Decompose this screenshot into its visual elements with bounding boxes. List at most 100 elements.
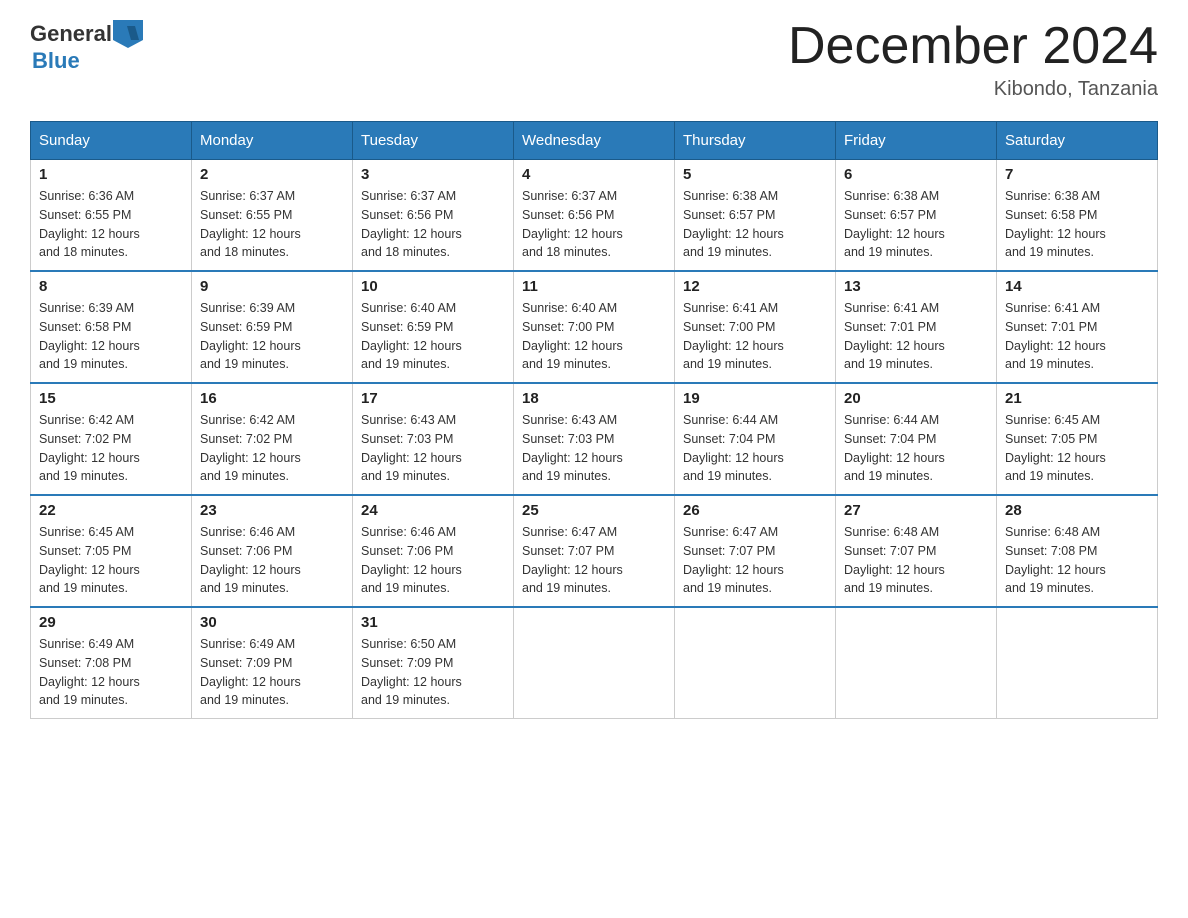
day-number: 29: [39, 614, 183, 631]
calendar-day-cell: 20 Sunrise: 6:44 AMSunset: 7:04 PMDayligh…: [836, 383, 997, 495]
day-number: 5: [683, 166, 827, 183]
day-number: 9: [200, 278, 344, 295]
day-number: 17: [361, 390, 505, 407]
calendar-day-cell: 12 Sunrise: 6:41 AMSunset: 7:00 PMDayligh…: [675, 271, 836, 383]
day-info: Sunrise: 6:41 AMSunset: 7:00 PMDaylight:…: [683, 299, 827, 374]
calendar-day-cell: 17 Sunrise: 6:43 AMSunset: 7:03 PMDayligh…: [353, 383, 514, 495]
day-number: 8: [39, 278, 183, 295]
day-number: 30: [200, 614, 344, 631]
calendar-week-row: 8Sunrise: 6:39 AMSunset: 6:58 PMDaylight…: [31, 271, 1158, 383]
day-number: 26: [683, 502, 827, 519]
day-info: Sunrise: 6:46 AMSunset: 7:06 PMDaylight:…: [361, 523, 505, 598]
calendar-day-cell: 25 Sunrise: 6:47 AMSunset: 7:07 PMDayligh…: [514, 495, 675, 607]
calendar-day-cell: 9 Sunrise: 6:39 AMSunset: 6:59 PMDaylight…: [192, 271, 353, 383]
day-info: Sunrise: 6:41 AMSunset: 7:01 PMDaylight:…: [844, 299, 988, 374]
logo-icon: [113, 20, 143, 48]
day-number: 13: [844, 278, 988, 295]
calendar-day-cell: 31 Sunrise: 6:50 AMSunset: 7:09 PMDayligh…: [353, 607, 514, 719]
calendar-day-cell: 5 Sunrise: 6:38 AMSunset: 6:57 PMDaylight…: [675, 160, 836, 272]
weekday-header-tuesday: Tuesday: [353, 122, 514, 160]
day-info: Sunrise: 6:47 AMSunset: 7:07 PMDaylight:…: [522, 523, 666, 598]
calendar-day-cell: 27 Sunrise: 6:48 AMSunset: 7:07 PMDayligh…: [836, 495, 997, 607]
day-number: 28: [1005, 502, 1149, 519]
calendar-day-cell: 10Sunrise: 6:40 AMSunset: 6:59 PMDayligh…: [353, 271, 514, 383]
title-block: December 2024 Kibondo, Tanzania: [788, 20, 1158, 101]
day-number: 2: [200, 166, 344, 183]
logo: General Blue: [30, 20, 144, 74]
calendar-week-row: 15 Sunrise: 6:42 AMSunset: 7:02 PMDayligh…: [31, 383, 1158, 495]
calendar-day-cell: 11Sunrise: 6:40 AMSunset: 7:00 PMDayligh…: [514, 271, 675, 383]
calendar-day-cell: [997, 607, 1158, 719]
calendar-day-cell: 28 Sunrise: 6:48 AMSunset: 7:08 PMDayligh…: [997, 495, 1158, 607]
calendar-day-cell: 7 Sunrise: 6:38 AMSunset: 6:58 PMDaylight…: [997, 160, 1158, 272]
day-number: 24: [361, 502, 505, 519]
calendar-day-cell: 6 Sunrise: 6:38 AMSunset: 6:57 PMDaylight…: [836, 160, 997, 272]
day-number: 6: [844, 166, 988, 183]
calendar-day-cell: 4Sunrise: 6:37 AMSunset: 6:56 PMDaylight…: [514, 160, 675, 272]
day-number: 25: [522, 502, 666, 519]
day-info: Sunrise: 6:45 AMSunset: 7:05 PMDaylight:…: [1005, 411, 1149, 486]
calendar-day-cell: 14 Sunrise: 6:41 AMSunset: 7:01 PMDayligh…: [997, 271, 1158, 383]
day-info: Sunrise: 6:37 AMSunset: 6:56 PMDaylight:…: [361, 187, 505, 262]
calendar-day-cell: 18Sunrise: 6:43 AMSunset: 7:03 PMDayligh…: [514, 383, 675, 495]
day-info: Sunrise: 6:39 AMSunset: 6:59 PMDaylight:…: [200, 299, 344, 374]
calendar-day-cell: 29Sunrise: 6:49 AMSunset: 7:08 PMDayligh…: [31, 607, 192, 719]
day-number: 1: [39, 166, 183, 183]
day-number: 11: [522, 278, 666, 295]
day-info: Sunrise: 6:38 AMSunset: 6:57 PMDaylight:…: [683, 187, 827, 262]
day-info: Sunrise: 6:38 AMSunset: 6:58 PMDaylight:…: [1005, 187, 1149, 262]
day-number: 7: [1005, 166, 1149, 183]
weekday-header-sunday: Sunday: [31, 122, 192, 160]
day-number: 19: [683, 390, 827, 407]
day-number: 22: [39, 502, 183, 519]
calendar-day-cell: [514, 607, 675, 719]
day-number: 20: [844, 390, 988, 407]
day-info: Sunrise: 6:37 AMSunset: 6:55 PMDaylight:…: [200, 187, 344, 262]
weekday-header-friday: Friday: [836, 122, 997, 160]
calendar-week-row: 22Sunrise: 6:45 AMSunset: 7:05 PMDayligh…: [31, 495, 1158, 607]
logo-general-text: General: [30, 21, 112, 47]
calendar-day-cell: 16Sunrise: 6:42 AMSunset: 7:02 PMDayligh…: [192, 383, 353, 495]
calendar-table: SundayMondayTuesdayWednesdayThursdayFrid…: [30, 121, 1158, 719]
calendar-day-cell: 8Sunrise: 6:39 AMSunset: 6:58 PMDaylight…: [31, 271, 192, 383]
day-number: 10: [361, 278, 505, 295]
calendar-day-cell: 23Sunrise: 6:46 AMSunset: 7:06 PMDayligh…: [192, 495, 353, 607]
day-number: 18: [522, 390, 666, 407]
day-number: 31: [361, 614, 505, 631]
day-number: 12: [683, 278, 827, 295]
calendar-day-cell: [675, 607, 836, 719]
weekday-header-row: SundayMondayTuesdayWednesdayThursdayFrid…: [31, 122, 1158, 160]
day-number: 3: [361, 166, 505, 183]
weekday-header-thursday: Thursday: [675, 122, 836, 160]
month-year-title: December 2024: [788, 20, 1158, 72]
weekday-header-saturday: Saturday: [997, 122, 1158, 160]
day-info: Sunrise: 6:49 AMSunset: 7:09 PMDaylight:…: [200, 635, 344, 710]
day-number: 27: [844, 502, 988, 519]
calendar-day-cell: 2 Sunrise: 6:37 AMSunset: 6:55 PMDaylight…: [192, 160, 353, 272]
day-info: Sunrise: 6:50 AMSunset: 7:09 PMDaylight:…: [361, 635, 505, 710]
calendar-week-row: 1 Sunrise: 6:36 AMSunset: 6:55 PMDaylight…: [31, 160, 1158, 272]
day-info: Sunrise: 6:43 AMSunset: 7:03 PMDaylight:…: [361, 411, 505, 486]
calendar-day-cell: 13 Sunrise: 6:41 AMSunset: 7:01 PMDayligh…: [836, 271, 997, 383]
day-number: 4: [522, 166, 666, 183]
day-info: Sunrise: 6:36 AMSunset: 6:55 PMDaylight:…: [39, 187, 183, 262]
day-info: Sunrise: 6:41 AMSunset: 7:01 PMDaylight:…: [1005, 299, 1149, 374]
day-info: Sunrise: 6:48 AMSunset: 7:07 PMDaylight:…: [844, 523, 988, 598]
calendar-day-cell: 21Sunrise: 6:45 AMSunset: 7:05 PMDayligh…: [997, 383, 1158, 495]
calendar-day-cell: 22Sunrise: 6:45 AMSunset: 7:05 PMDayligh…: [31, 495, 192, 607]
day-info: Sunrise: 6:47 AMSunset: 7:07 PMDaylight:…: [683, 523, 827, 598]
day-number: 15: [39, 390, 183, 407]
weekday-header-monday: Monday: [192, 122, 353, 160]
day-number: 23: [200, 502, 344, 519]
day-info: Sunrise: 6:48 AMSunset: 7:08 PMDaylight:…: [1005, 523, 1149, 598]
calendar-day-cell: 24 Sunrise: 6:46 AMSunset: 7:06 PMDayligh…: [353, 495, 514, 607]
day-info: Sunrise: 6:42 AMSunset: 7:02 PMDaylight:…: [200, 411, 344, 486]
day-info: Sunrise: 6:38 AMSunset: 6:57 PMDaylight:…: [844, 187, 988, 262]
calendar-week-row: 29Sunrise: 6:49 AMSunset: 7:08 PMDayligh…: [31, 607, 1158, 719]
day-number: 14: [1005, 278, 1149, 295]
calendar-day-cell: 26 Sunrise: 6:47 AMSunset: 7:07 PMDayligh…: [675, 495, 836, 607]
day-info: Sunrise: 6:44 AMSunset: 7:04 PMDaylight:…: [844, 411, 988, 486]
calendar-day-cell: 30 Sunrise: 6:49 AMSunset: 7:09 PMDayligh…: [192, 607, 353, 719]
logo-blue-text: Blue: [32, 48, 80, 74]
calendar-day-cell: 3 Sunrise: 6:37 AMSunset: 6:56 PMDaylight…: [353, 160, 514, 272]
